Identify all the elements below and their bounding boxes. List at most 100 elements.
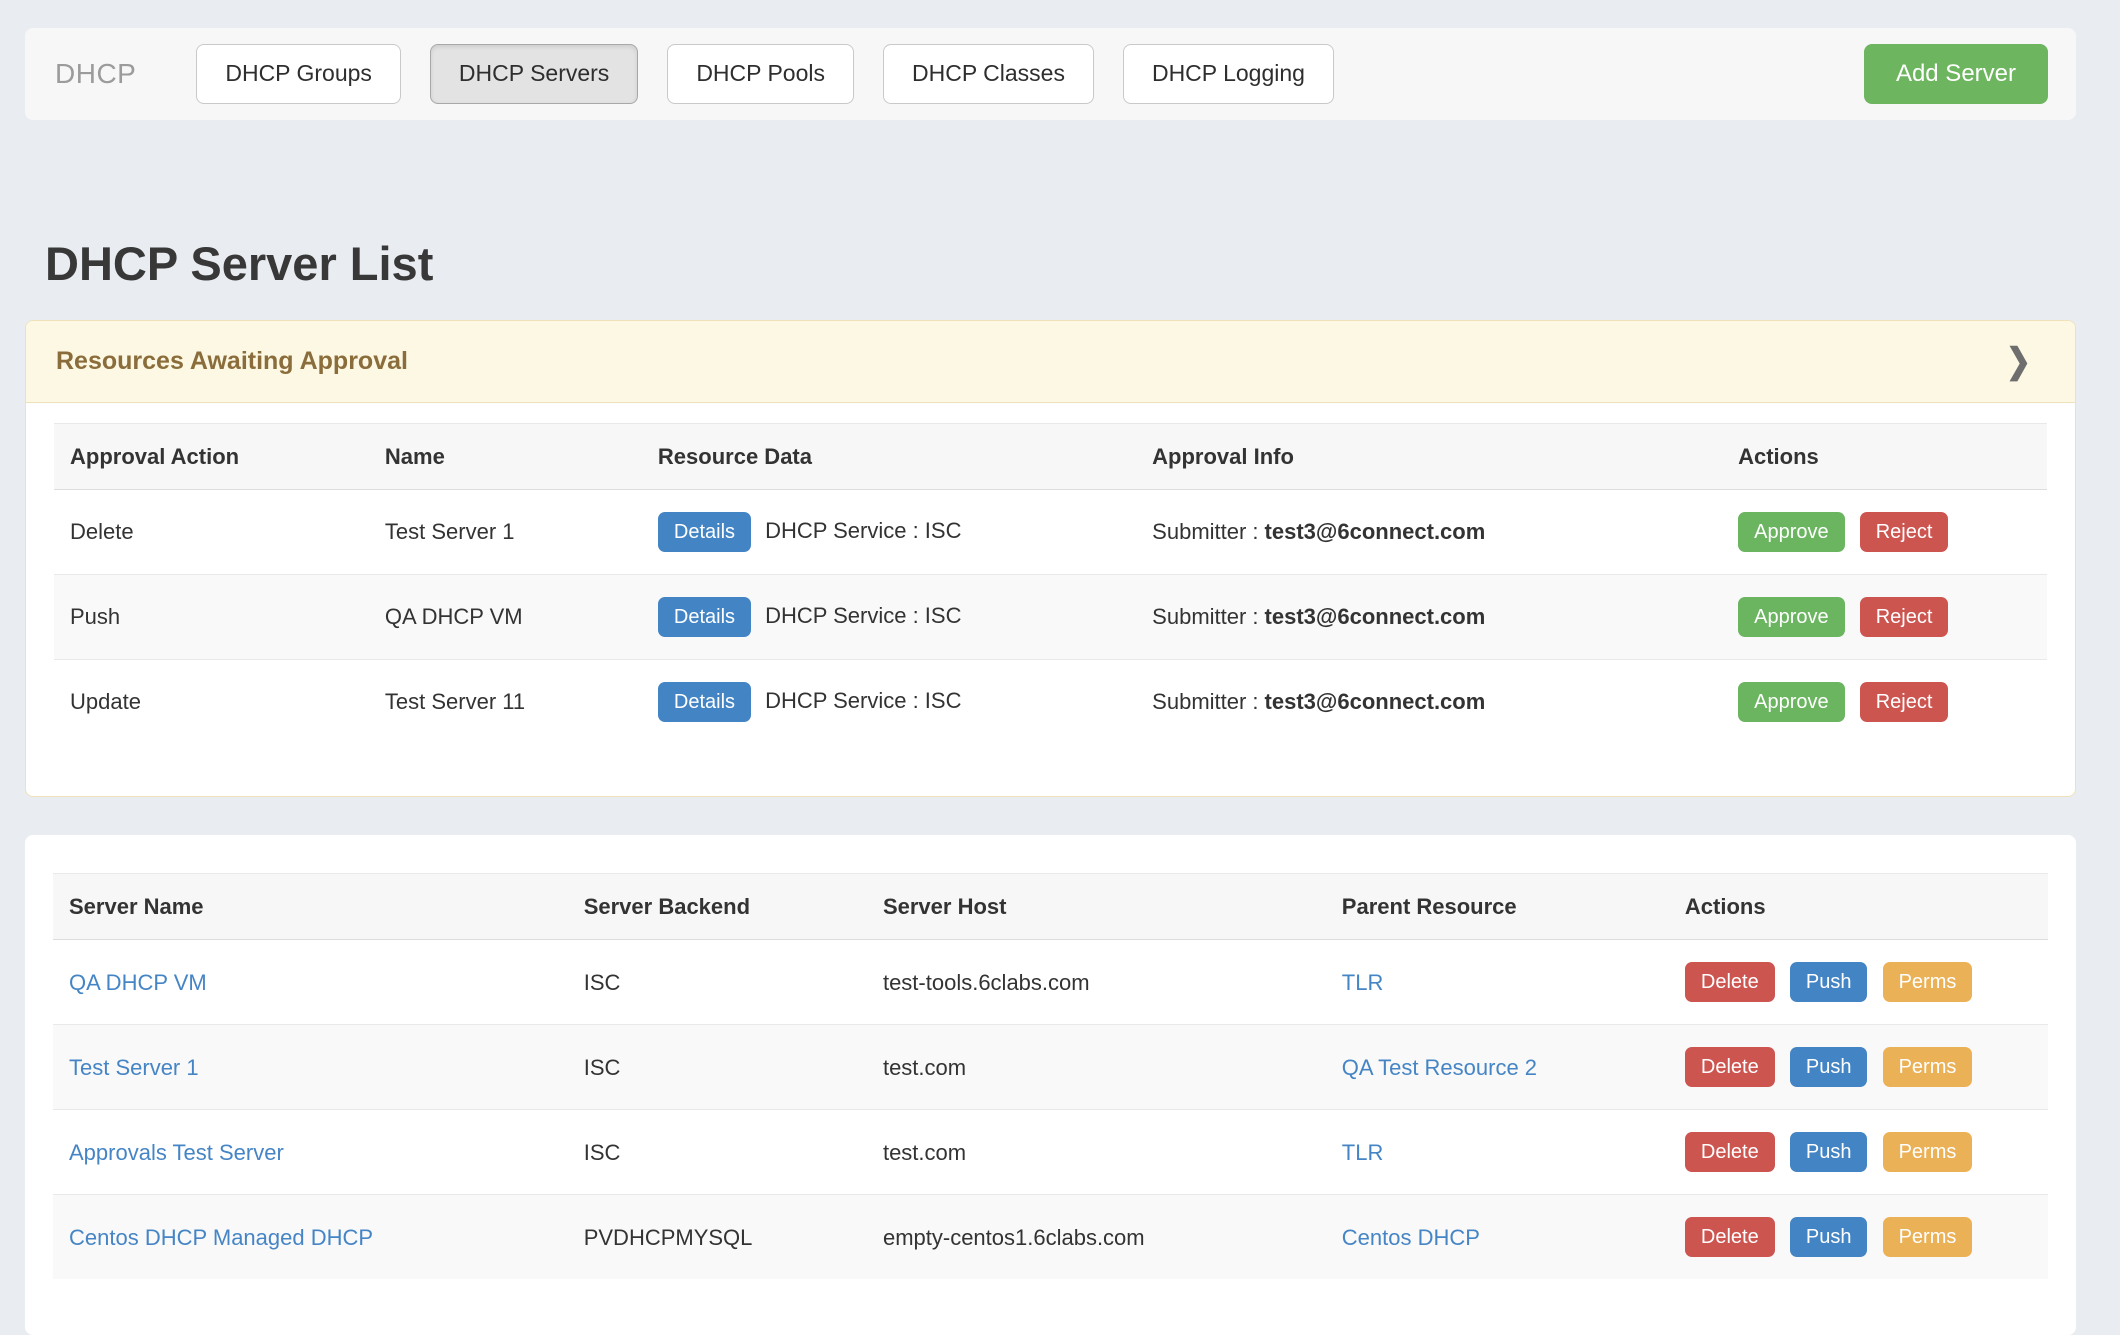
section-label: DHCP [55,58,136,90]
approvals-panel-title: Resources Awaiting Approval [56,347,408,376]
approval-row: Delete Test Server 1 Details DHCP Service… [54,489,2047,574]
resource-data-text: DHCP Service : ISC [765,603,961,628]
details-button[interactable]: Details [658,682,751,722]
approvals-panel-header[interactable]: Resources Awaiting Approval ❯ [26,321,2075,403]
approvals-panel-body: Approval Action Name Resource Data Appro… [26,403,2075,796]
server-name-link[interactable]: Centos DHCP Managed DHCP [69,1225,373,1250]
details-button[interactable]: Details [658,512,751,552]
server-list-panel: Server Name Server Backend Server Host P… [25,835,2076,1335]
delete-button[interactable]: Delete [1685,962,1775,1002]
server-row: Centos DHCP Managed DHCP PVDHCPMYSQL emp… [53,1195,2048,1280]
server-table-header-row: Server Name Server Backend Server Host P… [53,873,2048,939]
server-name-cell: Centos DHCP Managed DHCP [53,1195,568,1280]
approval-name-cell: Test Server 1 [369,489,642,574]
submitter-email: test3@6connect.com [1265,604,1486,629]
server-actions-cell: Delete Push Perms [1669,940,2048,1025]
server-row: Test Server 1 ISC test.com QA Test Resou… [53,1025,2048,1110]
col-approval-info: Approval Info [1136,423,1722,489]
col-actions: Actions [1722,423,2047,489]
server-row: Approvals Test Server ISC test.com TLR D… [53,1110,2048,1195]
approvals-table: Approval Action Name Resource Data Appro… [54,423,2047,744]
approval-actions-cell: Approve Reject [1722,659,2047,744]
server-name-link[interactable]: Approvals Test Server [69,1140,284,1165]
dhcp-toolbar: DHCP DHCP Groups DHCP Servers DHCP Pools… [25,28,2076,120]
resource-data-text: DHCP Service : ISC [765,688,961,713]
parent-resource-cell: Centos DHCP [1326,1195,1669,1280]
approval-name-cell: Test Server 11 [369,659,642,744]
server-actions-cell: Delete Push Perms [1669,1110,2048,1195]
parent-resource-link[interactable]: QA Test Resource 2 [1342,1055,1537,1080]
resource-data-cell: Details DHCP Service : ISC [642,574,1136,659]
server-name-cell: Test Server 1 [53,1025,568,1110]
approvals-table-header-row: Approval Action Name Resource Data Appro… [54,423,2047,489]
col-parent-resource: Parent Resource [1326,873,1669,939]
perms-button[interactable]: Perms [1883,1217,1973,1257]
submitter-email: test3@6connect.com [1265,689,1486,714]
approval-action-cell: Update [54,659,369,744]
page-title: DHCP Server List [45,238,2120,290]
tab-dhcp-servers[interactable]: DHCP Servers [430,44,638,103]
approval-action-cell: Push [54,574,369,659]
col-resource-data: Resource Data [642,423,1136,489]
approval-row: Update Test Server 11 Details DHCP Servic… [54,659,2047,744]
push-button[interactable]: Push [1790,1217,1868,1257]
server-name-cell: QA DHCP VM [53,940,568,1025]
delete-button[interactable]: Delete [1685,1047,1775,1087]
parent-resource-cell: TLR [1326,1110,1669,1195]
server-host-cell: empty-centos1.6clabs.com [867,1195,1326,1280]
push-button[interactable]: Push [1790,1132,1868,1172]
perms-button[interactable]: Perms [1883,1132,1973,1172]
approval-actions-cell: Approve Reject [1722,574,2047,659]
server-name-link[interactable]: QA DHCP VM [69,970,207,995]
parent-resource-cell: TLR [1326,940,1669,1025]
delete-button[interactable]: Delete [1685,1217,1775,1257]
server-backend-cell: ISC [568,940,867,1025]
approve-button[interactable]: Approve [1738,512,1845,552]
push-button[interactable]: Push [1790,962,1868,1002]
approval-info-cell: Submitter :test3@6connect.com [1136,574,1722,659]
submitter-label: Submitter : [1152,519,1258,544]
col-approval-action: Approval Action [54,423,369,489]
resource-data-text: DHCP Service : ISC [765,518,961,543]
approval-actions-cell: Approve Reject [1722,489,2047,574]
server-actions-cell: Delete Push Perms [1669,1025,2048,1110]
submitter-email: test3@6connect.com [1265,519,1486,544]
server-host-cell: test.com [867,1025,1326,1110]
reject-button[interactable]: Reject [1860,682,1949,722]
server-host-cell: test-tools.6clabs.com [867,940,1326,1025]
tab-dhcp-classes[interactable]: DHCP Classes [883,44,1094,103]
push-button[interactable]: Push [1790,1047,1868,1087]
server-row: QA DHCP VM ISC test-tools.6clabs.com TLR… [53,940,2048,1025]
delete-button[interactable]: Delete [1685,1132,1775,1172]
parent-resource-link[interactable]: TLR [1342,970,1384,995]
approval-action-cell: Delete [54,489,369,574]
tab-dhcp-logging[interactable]: DHCP Logging [1123,44,1334,103]
perms-button[interactable]: Perms [1883,962,1973,1002]
approve-button[interactable]: Approve [1738,597,1845,637]
col-name: Name [369,423,642,489]
col-server-name: Server Name [53,873,568,939]
approval-name-cell: QA DHCP VM [369,574,642,659]
resource-data-cell: Details DHCP Service : ISC [642,489,1136,574]
chevron-right-icon[interactable]: ❯ [2006,341,2031,381]
tab-dhcp-groups[interactable]: DHCP Groups [196,44,401,103]
server-actions-cell: Delete Push Perms [1669,1195,2048,1280]
col-server-actions: Actions [1669,873,2048,939]
approve-button[interactable]: Approve [1738,682,1845,722]
server-table: Server Name Server Backend Server Host P… [53,873,2048,1279]
server-host-cell: test.com [867,1110,1326,1195]
add-server-button[interactable]: Add Server [1864,44,2048,104]
server-backend-cell: ISC [568,1110,867,1195]
server-name-cell: Approvals Test Server [53,1110,568,1195]
reject-button[interactable]: Reject [1860,512,1949,552]
parent-resource-link[interactable]: Centos DHCP [1342,1225,1480,1250]
server-name-link[interactable]: Test Server 1 [69,1055,199,1080]
parent-resource-link[interactable]: TLR [1342,1140,1384,1165]
server-backend-cell: ISC [568,1025,867,1110]
approval-info-cell: Submitter : test3@6connect.com [1136,489,1722,574]
reject-button[interactable]: Reject [1860,597,1949,637]
perms-button[interactable]: Perms [1883,1047,1973,1087]
approvals-panel: Resources Awaiting Approval ❯ Approval A… [25,320,2076,797]
tab-dhcp-pools[interactable]: DHCP Pools [667,44,854,103]
details-button[interactable]: Details [658,597,751,637]
